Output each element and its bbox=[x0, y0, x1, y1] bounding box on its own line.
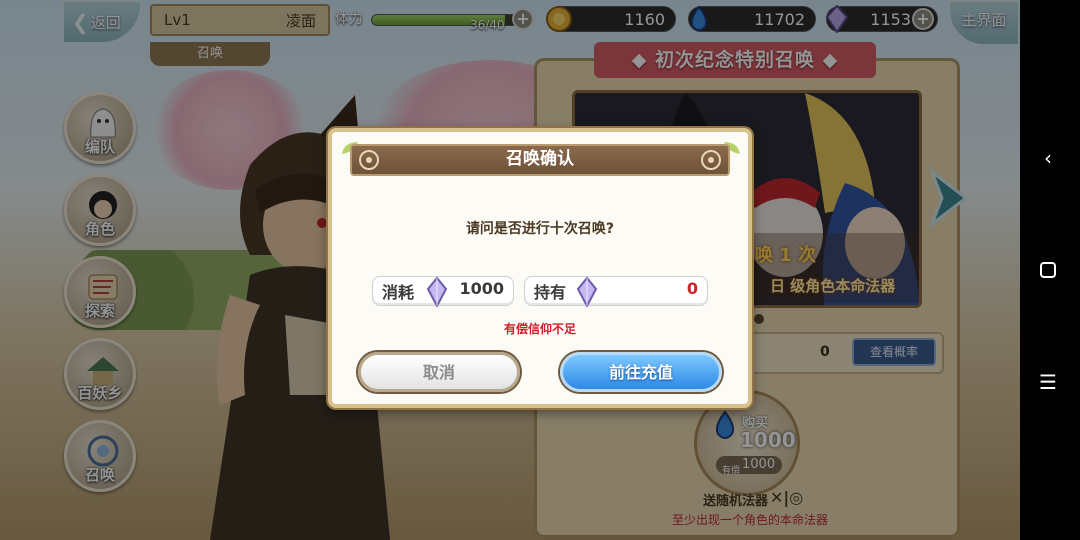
dialog-question: 请问是否进行十次召唤? bbox=[465, 221, 615, 237]
owned-value: 0 bbox=[686, 279, 698, 298]
owned-label: 持有 bbox=[534, 283, 567, 302]
cost-value: 1000 bbox=[459, 279, 504, 298]
dialog-title: 召唤确认 bbox=[506, 149, 574, 169]
game-screen: ❮ 返回 Lv1 凌面 召唤 体力 36/40 + 1160 11702 115… bbox=[0, 0, 1020, 540]
chevron-left-icon[interactable]: ‹ bbox=[1034, 144, 1062, 172]
insufficient-warning: 有偿信仰不足 bbox=[503, 322, 576, 336]
crystal-icon bbox=[576, 277, 598, 307]
cancel-button[interactable]: 取消 bbox=[358, 352, 520, 392]
cost-label: 消耗 bbox=[382, 283, 415, 302]
square-icon[interactable] bbox=[1034, 256, 1062, 284]
hamburger-icon[interactable]: ☰ bbox=[1034, 368, 1062, 396]
crystal-icon bbox=[426, 277, 448, 307]
go-recharge-button[interactable]: 前往充值 bbox=[560, 352, 722, 392]
